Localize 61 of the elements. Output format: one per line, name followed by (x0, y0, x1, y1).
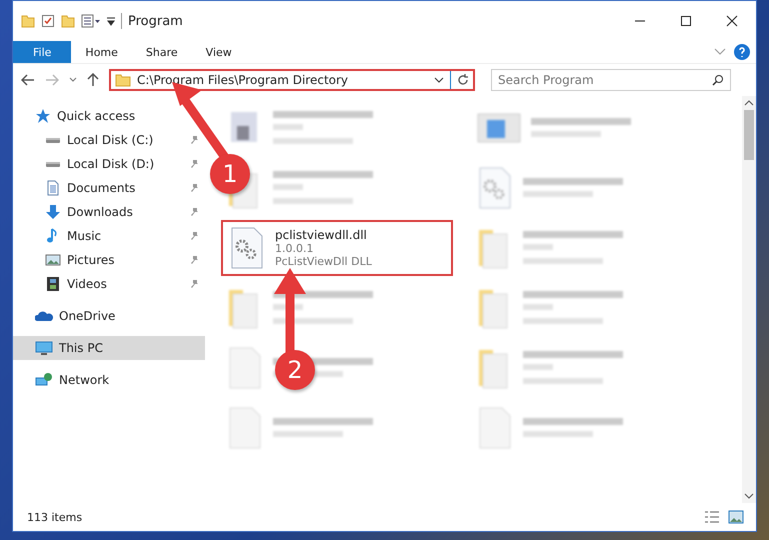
pin-icon[interactable] (189, 135, 199, 145)
back-arrow-icon[interactable] (21, 74, 35, 86)
file-item[interactable]: pclistviewdll.dll 1.0.0.1 PcListViewDll DLL (221, 220, 453, 276)
close-icon[interactable] (726, 15, 738, 27)
sidebar-item[interactable]: Local Disk (D:) (13, 152, 205, 176)
document-icon (45, 180, 61, 196)
sidebar-item[interactable]: Local Disk (C:) (13, 128, 205, 152)
up-arrow-icon[interactable] (87, 73, 99, 87)
sidebar-item[interactable]: Videos (13, 272, 205, 296)
drive-icon (46, 162, 60, 166)
chevron-up-icon[interactable] (744, 100, 754, 106)
chevron-down-icon[interactable] (744, 493, 754, 499)
pin-icon[interactable] (189, 279, 199, 289)
window-title: Program (128, 14, 183, 28)
pin-icon[interactable] (189, 183, 199, 193)
search-field[interactable]: Search Program (491, 69, 731, 91)
sidebar-item[interactable]: Downloads (13, 200, 205, 224)
ribbon-tab[interactable]: View (192, 41, 246, 63)
ribbon-tab[interactable]: File (13, 41, 72, 63)
picture-icon (45, 252, 61, 268)
gear-file-icon (229, 226, 265, 270)
download-arrow-icon (45, 204, 61, 220)
sidebar-item[interactable]: This PC (13, 336, 205, 360)
item-count: 113 items (27, 510, 82, 524)
file-detail: 1.0.0.1 (275, 242, 314, 255)
folder-icon (21, 14, 35, 28)
pin-icon[interactable] (189, 207, 199, 217)
pin-icon[interactable] (189, 159, 199, 169)
pin-icon[interactable] (189, 255, 199, 265)
search-icon[interactable] (712, 74, 724, 86)
checklist-icon[interactable] (41, 14, 55, 28)
drive-icon (46, 138, 60, 142)
star-icon (35, 108, 51, 124)
help-icon[interactable] (734, 44, 750, 60)
large-icons-view-icon[interactable] (728, 510, 744, 524)
refresh-icon[interactable] (457, 74, 469, 86)
file-name: pclistviewdll.dll (275, 228, 368, 242)
sidebar-item[interactable]: Music (13, 224, 205, 248)
ribbon-tab[interactable]: Share (132, 41, 192, 63)
sidebar-item[interactable]: OneDrive (13, 304, 205, 328)
sidebar-item[interactable]: Documents (13, 176, 205, 200)
ribbon-tab[interactable]: Home (71, 41, 132, 63)
maximize-icon[interactable] (680, 15, 692, 27)
dropdown-caret-icon[interactable] (107, 16, 115, 26)
scrollbar-thumb[interactable] (744, 110, 754, 160)
pin-icon[interactable] (189, 231, 199, 241)
folder-icon (115, 73, 131, 87)
address-bar[interactable]: C:\Program Files\Program Directory (109, 69, 475, 91)
details-view-icon[interactable] (704, 510, 720, 524)
address-path: C:\Program Files\Program Directory (137, 73, 350, 87)
sidebar-item[interactable]: Quick access (13, 104, 205, 128)
monitor-icon (35, 340, 53, 356)
gear-file-icon (477, 166, 513, 210)
properties-icon[interactable] (81, 14, 101, 28)
file-detail: PcListViewDll DLL (275, 255, 372, 268)
network-icon (35, 372, 53, 388)
sidebar-item[interactable]: Network (13, 368, 205, 392)
chevron-down-icon[interactable] (434, 77, 444, 83)
film-icon (45, 276, 61, 292)
scrollbar[interactable] (742, 96, 756, 503)
sidebar-item[interactable]: Pictures (13, 248, 205, 272)
